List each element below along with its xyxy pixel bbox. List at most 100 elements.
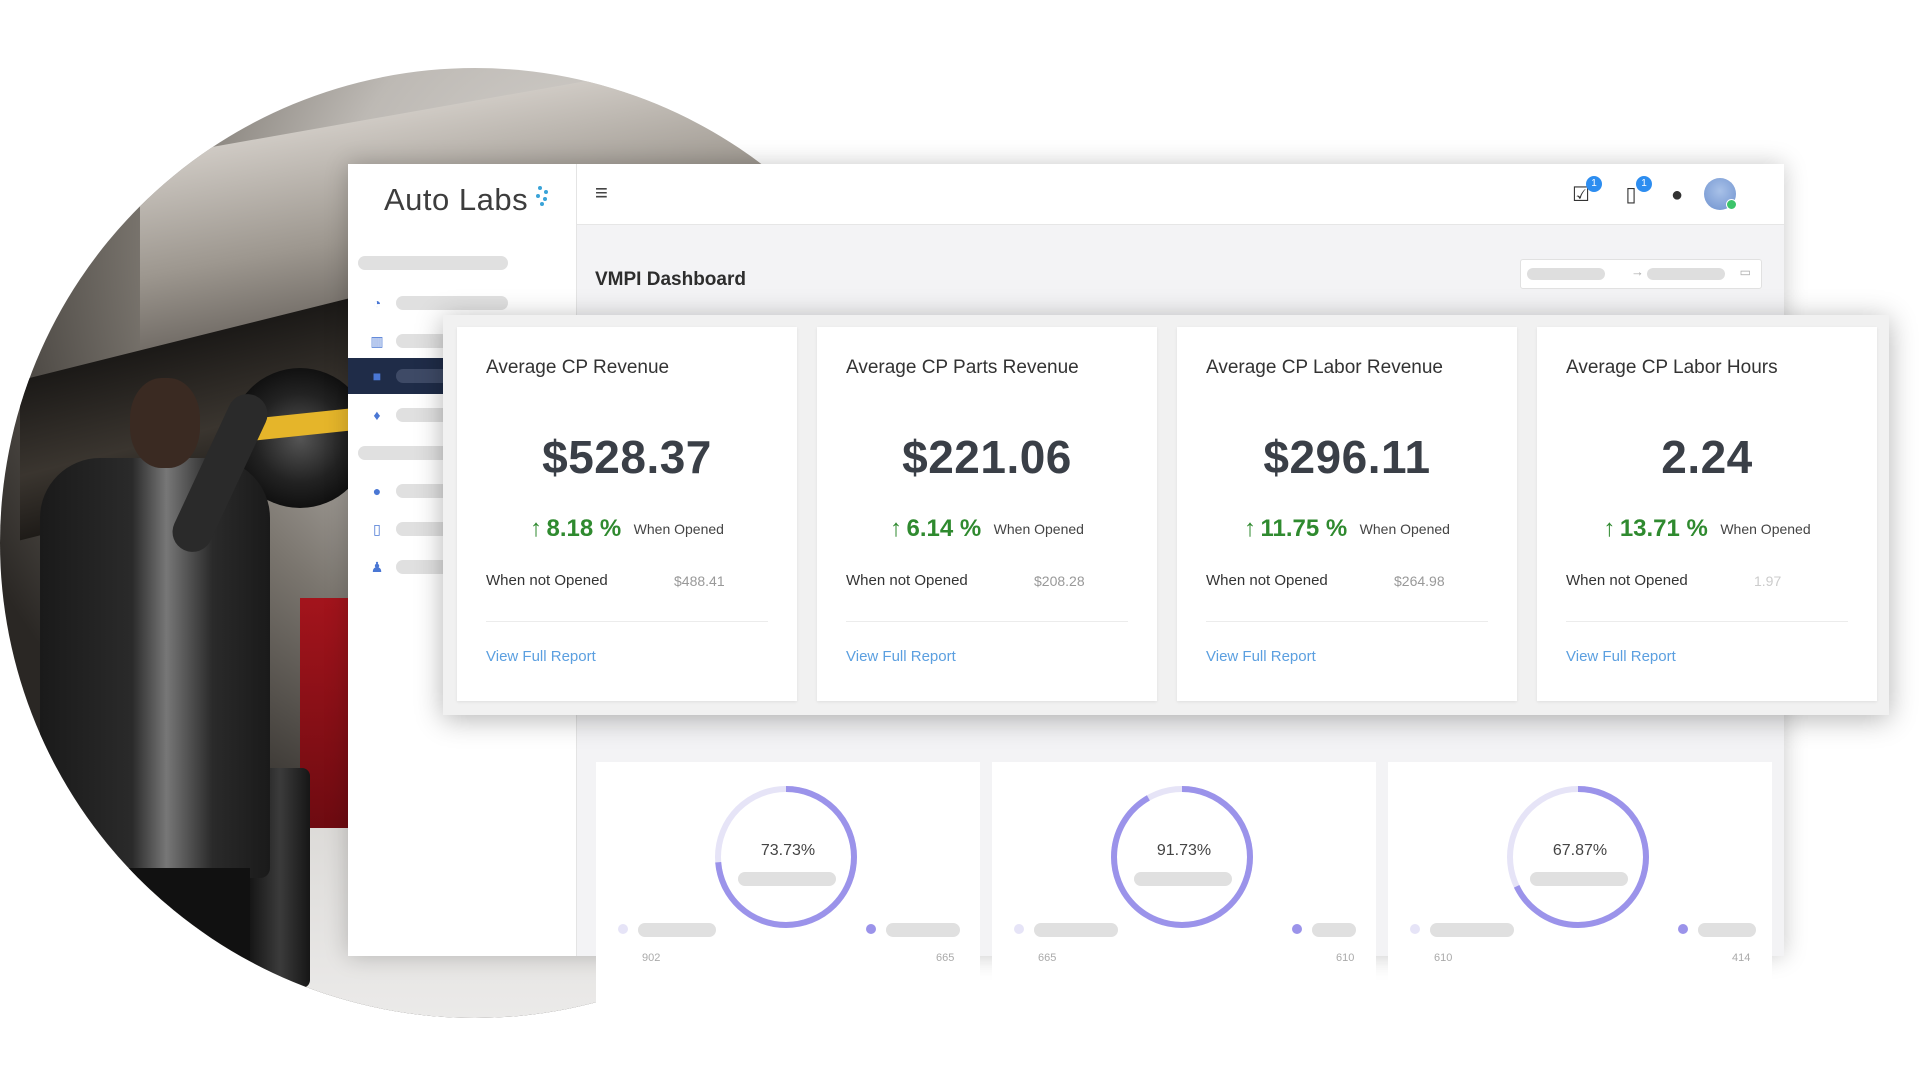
arrow-right-icon: → <box>1631 264 1644 279</box>
kpi-change: 11.75 % <box>1260 515 1348 542</box>
legend-value-right: 414 <box>1732 952 1751 964</box>
legend-label-placeholder <box>1430 923 1514 937</box>
topbar: ≡ ☑ 1 ▯ 1 ● <box>577 164 1784 225</box>
kpi-card-labor-revenue: Average CP Labor Revenue $296.11 ↑ 11.75… <box>1177 327 1517 701</box>
donut-card: 73.73% 902 665 <box>596 762 980 1017</box>
legend-value-right: 665 <box>936 952 955 964</box>
kpi-card-labor-hours: Average CP Labor Hours 2.24 ↑ 13.71 % Wh… <box>1537 327 1877 701</box>
bar-chart-icon[interactable]: ▥ <box>368 332 386 350</box>
view-full-report-link[interactable]: View Full Report <box>846 648 956 665</box>
phone-icon[interactable]: ▯ <box>368 520 386 538</box>
kpi-value: 2.24 <box>1661 431 1753 483</box>
donut-label-placeholder <box>738 872 836 886</box>
divider <box>846 621 1128 622</box>
sidebar-item-placeholder[interactable] <box>396 296 508 310</box>
kpi-change-row: ↑ 11.75 % When Opened <box>1177 515 1517 543</box>
chat-bubble-icon[interactable]: ● <box>368 482 386 500</box>
chat-icon[interactable]: ● <box>1664 182 1690 208</box>
devices-badge: 1 <box>1636 176 1652 192</box>
legend-value-right: 610 <box>1336 952 1355 964</box>
legend-value-left: 665 <box>1038 952 1057 964</box>
kpi-title: Average CP Labor Revenue <box>1206 357 1443 378</box>
kpi-not-opened-label: When not Opened <box>486 572 608 589</box>
date-end-placeholder <box>1647 268 1725 280</box>
kpi-opened-label: When Opened <box>993 521 1084 537</box>
kpi-card-cp-revenue: Average CP Revenue $528.37 ↑ 8.18 % When… <box>457 327 797 701</box>
arrow-up-icon: ↑ <box>890 515 903 542</box>
donut-card: 91.73% 665 610 <box>992 762 1376 1017</box>
kpi-not-opened-label: When not Opened <box>1206 572 1328 589</box>
divider <box>1206 621 1488 622</box>
legend-dot-dark <box>1678 924 1688 934</box>
arrow-up-icon: ↑ <box>1603 515 1616 542</box>
donut-percent: 91.73% <box>1156 842 1212 859</box>
view-full-report-link[interactable]: View Full Report <box>1566 648 1676 665</box>
gauge-icon[interactable]: ◔ <box>368 294 386 312</box>
kpi-not-opened-value: 1.97 <box>1754 573 1782 589</box>
kpi-value: $296.11 <box>1263 431 1431 483</box>
legend-label-placeholder <box>1698 923 1756 937</box>
checkbox-icon[interactable]: ☑ 1 <box>1568 176 1602 208</box>
kpi-panel: Average CP Revenue $528.37 ↑ 8.18 % When… <box>443 315 1889 715</box>
kpi-change: 8.18 % <box>546 515 622 542</box>
kpi-opened-label: When Opened <box>1359 521 1450 537</box>
phone-icon[interactable]: ▯ 1 <box>1618 176 1652 208</box>
legend-dot-light <box>618 924 628 934</box>
tasks-badge: 1 <box>1586 176 1602 192</box>
date-start-placeholder <box>1527 268 1605 280</box>
donut-card: 67.87% 610 414 <box>1388 762 1772 1017</box>
divider <box>1566 621 1848 622</box>
kpi-not-opened-label: When not Opened <box>846 572 968 589</box>
kpi-opened-label: When Opened <box>633 521 724 537</box>
donut-label-placeholder <box>1530 872 1628 886</box>
arrow-up-icon: ↑ <box>530 515 543 542</box>
app-logo[interactable]: Auto Labs <box>384 182 528 222</box>
donut-percent: 73.73% <box>760 842 816 859</box>
calendar-icon[interactable]: ▭ <box>1740 265 1751 279</box>
kpi-not-opened-value: $208.28 <box>1034 573 1085 589</box>
kpi-change-row: ↑ 8.18 % When Opened <box>457 515 797 543</box>
legend-label-placeholder <box>886 923 960 937</box>
kpi-change: 13.71 % <box>1619 515 1708 542</box>
kpi-not-opened-value: $488.41 <box>674 573 725 589</box>
hamburger-icon[interactable]: ≡ <box>595 180 608 206</box>
kpi-opened-label: When Opened <box>1720 521 1811 537</box>
view-full-report-link[interactable]: View Full Report <box>486 648 596 665</box>
kpi-change-row: ↑ 6.14 % When Opened <box>817 515 1157 543</box>
logo-dots-icon <box>528 186 548 206</box>
donut-percent: 67.87% <box>1552 842 1608 859</box>
thumbs-up-icon[interactable]: ♦ <box>368 406 386 424</box>
legend-dot-dark <box>1292 924 1302 934</box>
avatar[interactable] <box>1704 178 1737 210</box>
arrow-up-icon: ↑ <box>1244 515 1257 542</box>
legend-label-placeholder <box>638 923 716 937</box>
legend-value-left: 610 <box>1434 952 1453 964</box>
user-icon[interactable]: ♟ <box>368 558 386 576</box>
divider <box>486 621 768 622</box>
kpi-change-row: ↑ 13.71 % When Opened <box>1537 515 1877 543</box>
kpi-title: Average CP Revenue <box>486 357 670 378</box>
legend-label-placeholder <box>1034 923 1118 937</box>
donut-label-placeholder <box>1134 872 1232 886</box>
online-status-dot <box>1726 199 1737 210</box>
kpi-change: 6.14 % <box>906 515 982 542</box>
kpi-title: Average CP Labor Hours <box>1566 357 1778 378</box>
kpi-not-opened-label: When not Opened <box>1566 572 1688 589</box>
legend-dot-light <box>1410 924 1420 934</box>
page-title: VMPI Dashboard <box>595 269 746 290</box>
video-icon[interactable]: ■ <box>368 367 386 385</box>
view-full-report-link[interactable]: View Full Report <box>1206 648 1316 665</box>
legend-label-placeholder <box>1312 923 1356 937</box>
legend-value-left: 902 <box>642 952 661 964</box>
kpi-value: $221.06 <box>902 431 1072 483</box>
kpi-title: Average CP Parts Revenue <box>846 357 1079 378</box>
sidebar-placeholder-header <box>358 256 508 270</box>
legend-dot-light <box>1014 924 1024 934</box>
photo-worker <box>40 458 270 878</box>
photo-worker-legs <box>70 868 250 1018</box>
legend-dot-dark <box>866 924 876 934</box>
kpi-not-opened-value: $264.98 <box>1394 573 1445 589</box>
date-range-picker[interactable]: → ▭ <box>1520 259 1762 289</box>
kpi-value: $528.37 <box>542 431 712 483</box>
kpi-card-parts-revenue: Average CP Parts Revenue $221.06 ↑ 6.14 … <box>817 327 1157 701</box>
